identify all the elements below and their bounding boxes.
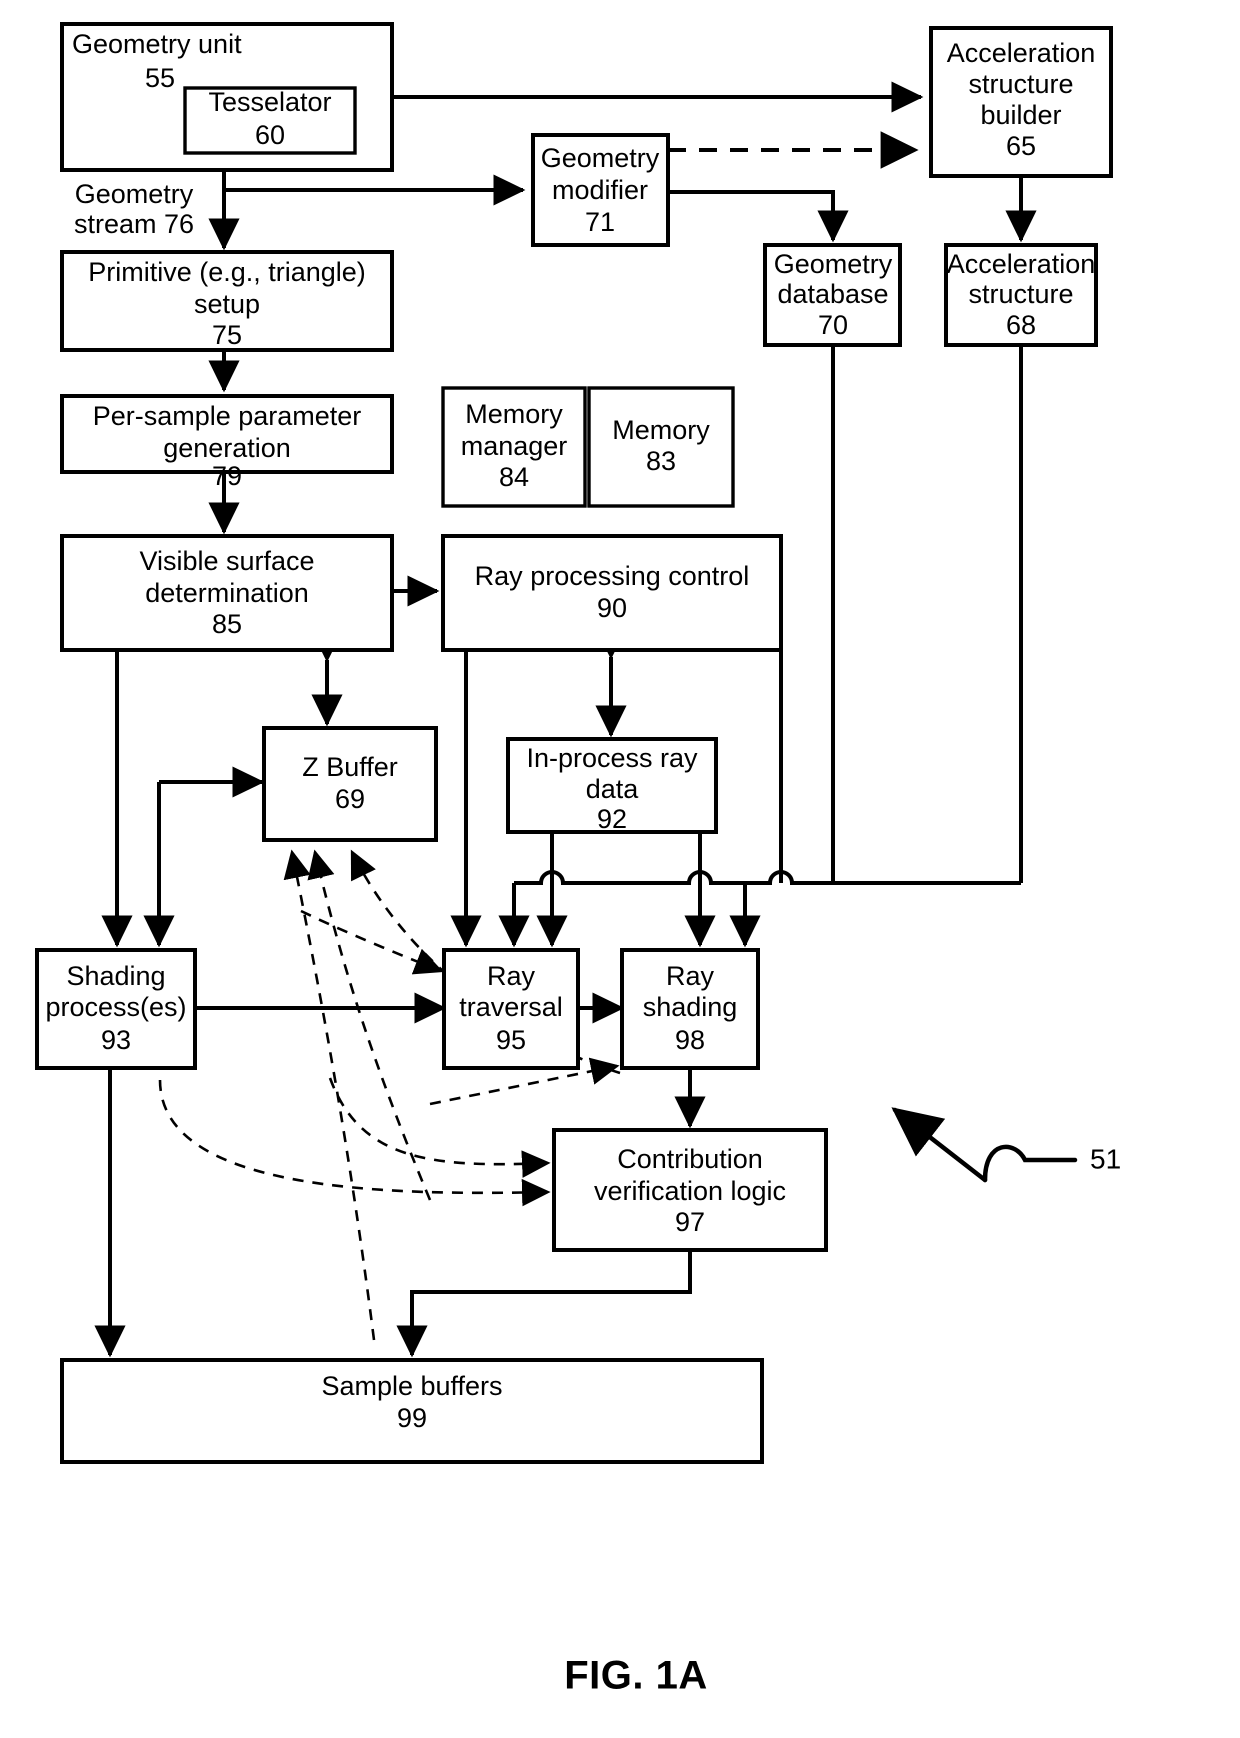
label-memory-manager-2: manager xyxy=(461,431,568,461)
ref-in-process-ray-data: 92 xyxy=(597,804,627,834)
wire-geommodifier-to-geomdatabase xyxy=(668,190,849,243)
label-geometry-stream-line1: Geometry xyxy=(75,179,194,209)
label-ray-processing-control: Ray processing control xyxy=(475,561,750,591)
label-sample-buffers: Sample buffers xyxy=(321,1371,502,1401)
wire-dashed-zbuffer-feedback-b xyxy=(307,849,432,1201)
label-z-buffer: Z Buffer xyxy=(302,752,398,782)
ref-tesselator: 60 xyxy=(255,120,285,150)
label-geometry-modifier-2: modifier xyxy=(552,175,648,205)
label-visible-surface-2: determination xyxy=(145,578,309,608)
label-geometry-database-2: database xyxy=(777,279,888,309)
ref-acceleration-structure: 68 xyxy=(1006,310,1036,340)
wire-dashed-to-rayshading xyxy=(429,1057,620,1106)
ref-geometry-modifier: 71 xyxy=(585,207,615,237)
ref-system-51: 51 xyxy=(1090,1143,1121,1174)
label-acceleration-structure-builder-2: structure xyxy=(968,69,1073,99)
reference-lead-51 xyxy=(982,1144,1078,1183)
label-contribution-2: verification logic xyxy=(594,1176,786,1206)
wire-memory-bus-horizontal xyxy=(514,870,1021,885)
reference-lead-51-arrow xyxy=(891,1107,988,1183)
label-geometry-stream-line2: stream 76 xyxy=(74,209,194,239)
label-in-process-ray-data-2: data xyxy=(586,774,640,804)
wire-geomunit-to-geommodifier xyxy=(222,170,526,206)
label-tesselator: Tesselator xyxy=(208,87,331,117)
label-memory-manager-1: Memory xyxy=(465,399,563,429)
label-contribution-1: Contribution xyxy=(617,1144,763,1174)
wire-dashed-zbuffer-feedback-a xyxy=(283,849,376,1341)
label-acceleration-structure-builder-3: builder xyxy=(980,100,1061,130)
ref-shading-processes: 93 xyxy=(101,1025,131,1055)
label-ray-traversal-1: Ray xyxy=(487,961,536,991)
wire-contribution-to-samplebuffers xyxy=(396,1250,692,1358)
label-geometry-database-1: Geometry xyxy=(774,249,893,279)
ref-ray-traversal: 95 xyxy=(496,1025,526,1055)
label-per-sample-2: generation xyxy=(163,433,291,463)
label-acceleration-structure-1: Acceleration xyxy=(947,249,1096,279)
label-per-sample-1: Per-sample parameter xyxy=(93,401,362,431)
wire-dashed-shading-to-contribution xyxy=(158,1079,551,1207)
patent-figure-1a: Geometry unit 55 Tesselator 60 Accelerat… xyxy=(0,0,1240,1738)
ref-per-sample: 79 xyxy=(212,461,242,491)
ref-z-buffer: 69 xyxy=(335,784,365,814)
wire-dashed-raytraversal-to-contribution xyxy=(328,1077,551,1178)
block-diagram-canvas: Geometry unit 55 Tesselator 60 Accelerat… xyxy=(35,22,1121,1698)
ref-primitive-setup: 75 xyxy=(212,320,242,350)
ref-memory: 83 xyxy=(646,446,676,476)
label-ray-shading-2: shading xyxy=(643,992,738,1022)
label-acceleration-structure-builder-1: Acceleration xyxy=(947,38,1096,68)
figure-caption: FIG. 1A xyxy=(564,1654,708,1698)
label-ray-traversal-2: traversal xyxy=(459,992,563,1022)
ref-sample-buffers: 99 xyxy=(397,1403,427,1433)
label-primitive-setup-1: Primitive (e.g., triangle) xyxy=(88,257,366,287)
ref-geometry-database: 70 xyxy=(818,310,848,340)
label-memory: Memory xyxy=(612,415,710,445)
label-ray-shading-1: Ray xyxy=(666,961,715,991)
wire-dashed-to-raytraversal xyxy=(300,909,444,975)
ref-geometry-unit: 55 xyxy=(145,63,175,93)
ref-ray-shading: 98 xyxy=(675,1025,705,1055)
label-geometry-unit: Geometry unit xyxy=(72,29,242,59)
ref-contribution: 97 xyxy=(675,1207,705,1237)
label-shading-processes-1: Shading xyxy=(66,961,165,991)
label-shading-processes-2: process(es) xyxy=(45,992,186,1022)
ref-acceleration-structure-builder: 65 xyxy=(1006,131,1036,161)
ref-memory-manager: 84 xyxy=(499,462,529,492)
label-primitive-setup-2: setup xyxy=(194,289,260,319)
label-acceleration-structure-2: structure xyxy=(968,279,1073,309)
label-visible-surface-1: Visible surface xyxy=(139,546,314,576)
label-in-process-ray-data-1: In-process ray xyxy=(526,743,698,773)
ref-ray-processing-control: 90 xyxy=(597,593,627,623)
ref-visible-surface: 85 xyxy=(212,609,242,639)
label-geometry-modifier-1: Geometry xyxy=(541,143,660,173)
